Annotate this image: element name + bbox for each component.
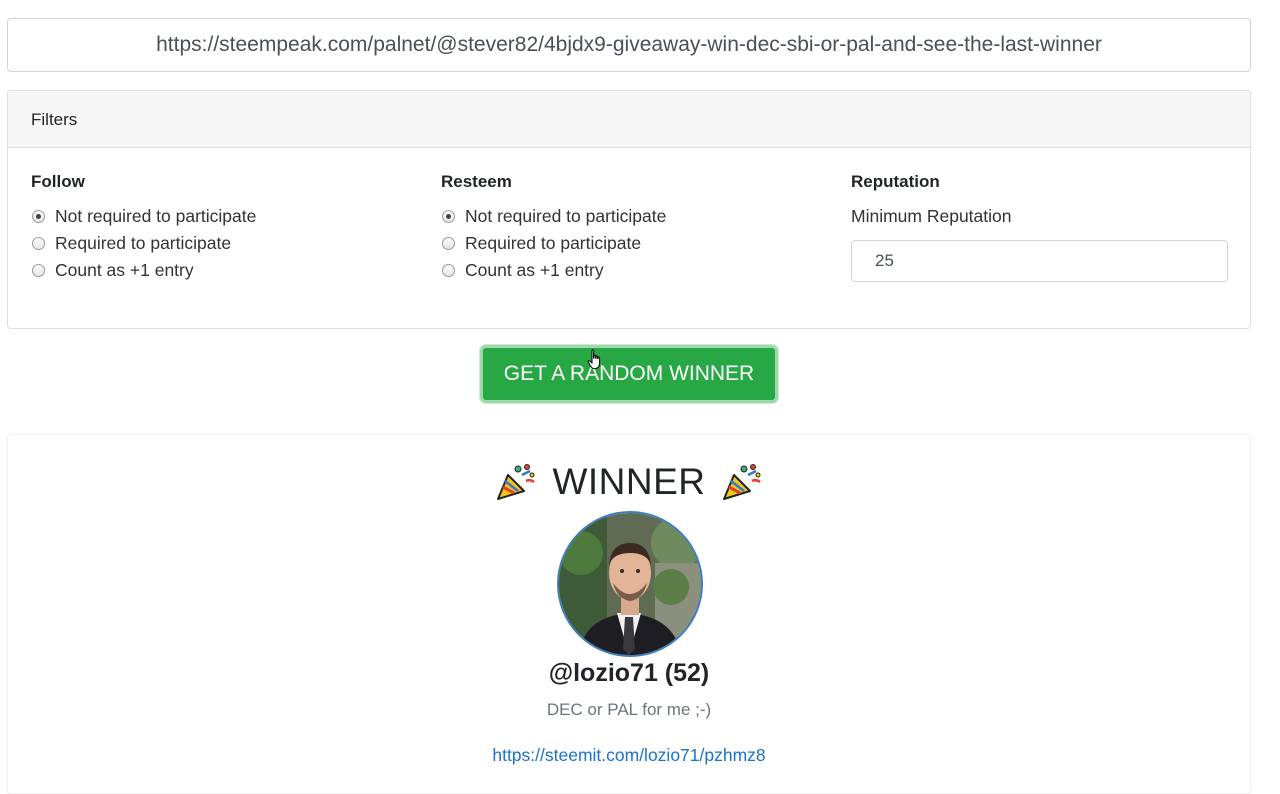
follow-option-extra-entry[interactable]: Count as +1 entry [31,257,256,284]
radio-button[interactable] [32,237,45,250]
radio-button[interactable] [442,237,455,250]
winner-link-row: https://steemit.com/lozio71/pzhmz8 [8,743,1250,767]
winner-title: WINNER [552,461,706,502]
radio-label: Count as +1 entry [55,260,194,280]
radio-button[interactable] [32,264,45,277]
radio-label: Not required to participate [55,206,257,226]
radio-label: Required to participate [55,233,232,253]
winner-comment-link[interactable]: https://steemit.com/lozio71/pzhmz8 [492,745,765,765]
follow-filter-group: Follow Not required to participate Requi… [31,171,256,284]
winner-comment: DEC or PAL for me ;-) [546,700,712,719]
filters-panel: Filters Follow Not required to participa… [7,90,1251,329]
reputation-filter-group: Reputation Minimum Reputation [851,171,1229,282]
party-popper-icon [722,464,761,500]
reputation-title: Reputation [851,172,940,191]
winner-card: WINNER @lozio71 (52) DEC or PAL for me ;… [7,434,1251,794]
radio-label: Not required to participate [465,206,667,226]
resteem-filter-group: Resteem Not required to participate Requ… [441,171,666,284]
hand-cursor-icon [587,349,601,369]
follow-option-required[interactable]: Required to participate [31,230,256,257]
min-reputation-input[interactable] [851,240,1228,282]
resteem-option-required[interactable]: Required to participate [441,230,666,257]
get-random-winner-button[interactable]: GET A RANDOM WINNER [480,345,778,403]
party-popper-icon [497,464,536,500]
avatar-photo [559,513,701,655]
resteem-option-extra-entry[interactable]: Count as +1 entry [441,257,666,284]
radio-label: Required to participate [465,233,642,253]
filters-header: Filters [8,91,1250,148]
resteem-title: Resteem [441,172,512,191]
winner-heading: WINNER [8,459,1250,505]
radio-button[interactable] [442,210,455,223]
radio-button[interactable] [32,210,45,223]
resteem-option-not-required[interactable]: Not required to participate [441,203,666,230]
post-url-input[interactable] [7,18,1251,72]
radio-button[interactable] [442,264,455,277]
winner-avatar [557,511,703,657]
follow-title: Follow [31,172,85,191]
min-reputation-label: Minimum Reputation [851,206,1012,226]
follow-option-not-required[interactable]: Not required to participate [31,203,256,230]
radio-label: Count as +1 entry [465,260,604,280]
winner-name: @lozio71 (52) [548,659,710,687]
